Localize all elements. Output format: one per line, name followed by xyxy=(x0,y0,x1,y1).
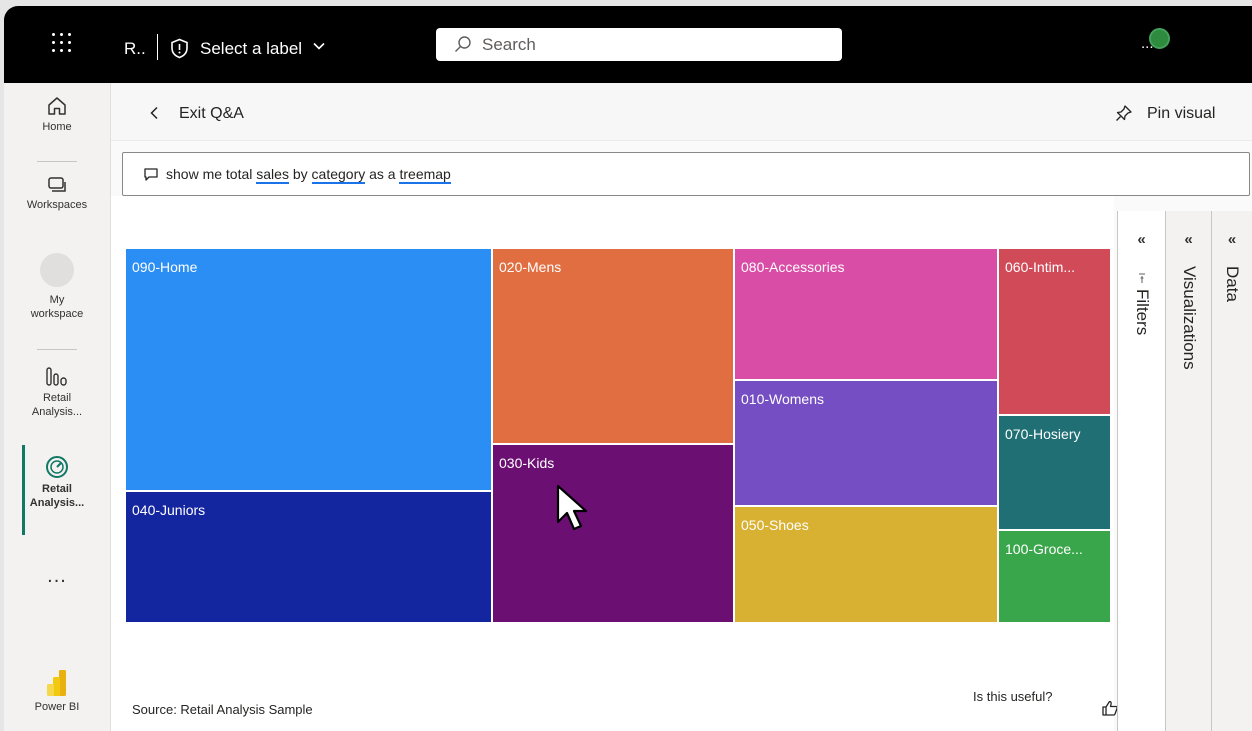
pin-visual-button[interactable]: Pin visual xyxy=(1147,105,1215,123)
filters-pane-title[interactable]: Filters xyxy=(1132,289,1152,335)
search-box[interactable]: Search xyxy=(436,28,842,61)
treemap-cell[interactable]: 060-Intim... xyxy=(998,248,1111,415)
search-input[interactable]: Search xyxy=(482,35,536,55)
treemap-cell-label: 030-Kids xyxy=(499,455,555,471)
nav-item-workspaces[interactable]: Workspaces xyxy=(4,175,110,212)
search-icon xyxy=(455,36,471,52)
treemap-cell[interactable]: 030-Kids xyxy=(492,444,734,623)
sensitivity-shield-icon[interactable] xyxy=(170,38,189,59)
left-nav: Home Workspaces My workspace Retail Anal… xyxy=(4,83,111,731)
treemap-cell[interactable]: 090-Home xyxy=(125,248,492,491)
treemap-cell[interactable]: 070-Hosiery xyxy=(998,415,1111,530)
report-canvas: 090-Home 040-Juniors 020-Mens 030-Kids 080-A… xyxy=(111,196,1188,731)
treemap-chart[interactable]: 090-Home 040-Juniors 020-Mens 030-Kids 080-A… xyxy=(125,248,1111,623)
qna-question-input[interactable]: show me total sales by category as a tre… xyxy=(122,152,1250,196)
power-bi-brand[interactable]: Power BI xyxy=(4,669,110,714)
home-icon xyxy=(48,97,66,115)
sensitivity-label-select[interactable]: Select a label xyxy=(200,39,302,59)
nav-item-label: Home xyxy=(42,121,72,133)
app-frame: R.. Select a label Search ... Home Works… xyxy=(0,0,1252,731)
pin-icon[interactable] xyxy=(1115,104,1133,122)
chat-bubble-icon xyxy=(144,168,158,181)
nav-item-retail-dashboard[interactable]: Retail Analysis... xyxy=(4,455,110,510)
my-workspace-icon xyxy=(40,253,74,287)
treemap-cell-label: 010-Womens xyxy=(741,391,825,407)
dashboard-icon xyxy=(46,456,68,478)
mouse-cursor-icon xyxy=(556,484,588,531)
nav-item-label: Retail Analysis... xyxy=(31,392,83,418)
qna-term-treemap[interactable]: treemap xyxy=(399,166,451,184)
nav-item-label: Workspaces xyxy=(26,199,88,211)
data-pane-title[interactable]: Data xyxy=(1222,266,1242,302)
treemap-cell[interactable]: 080-Accessories xyxy=(734,248,998,380)
qna-question-text[interactable]: show me total sales by category as a tre… xyxy=(166,166,451,184)
qna-segment: as a xyxy=(365,166,400,182)
treemap-cell-label: 090-Home xyxy=(132,259,198,275)
treemap-cell[interactable]: 100-Groce... xyxy=(998,530,1111,623)
visualizations-pane[interactable]: « Visualizations xyxy=(1165,211,1211,731)
report-name[interactable]: R.. xyxy=(124,39,146,59)
treemap-cell-label: 020-Mens xyxy=(499,259,562,275)
treemap-cell[interactable]: 010-Womens xyxy=(734,380,998,506)
brand-label: Power BI xyxy=(34,701,80,713)
treemap-cell-label: 060-Intim... xyxy=(1005,259,1076,275)
nav-item-home[interactable]: Home xyxy=(4,95,110,134)
visualizations-pane-title[interactable]: Visualizations xyxy=(1179,266,1199,370)
power-bi-window: R.. Select a label Search ... Home Works… xyxy=(4,6,1252,731)
treemap-cell-label: 100-Groce... xyxy=(1005,541,1083,557)
qna-segment: by xyxy=(288,166,312,182)
nav-item-my-workspace[interactable]: My workspace xyxy=(4,253,110,321)
qna-header: Exit Q&A Pin visual xyxy=(111,83,1252,141)
nav-item-label: Retail Analysis... xyxy=(29,483,85,509)
treemap-cell[interactable]: 040-Juniors xyxy=(125,491,492,623)
exit-qna-button[interactable]: Exit Q&A xyxy=(179,105,244,123)
data-collapse-icon[interactable]: « xyxy=(1212,231,1252,248)
nav-item-label: My workspace xyxy=(30,294,84,320)
source-caption: Source: Retail Analysis Sample xyxy=(132,702,313,717)
filters-collapse-icon[interactable]: « xyxy=(1118,231,1165,248)
power-bi-logo-icon xyxy=(47,670,66,696)
app-launcher-icon[interactable] xyxy=(52,33,72,53)
nav-item-retail-report[interactable]: Retail Analysis... xyxy=(4,366,110,419)
avatar[interactable] xyxy=(1149,28,1170,49)
qna-term-category[interactable]: category xyxy=(311,166,366,184)
treemap-cell-label: 050-Shoes xyxy=(741,517,809,533)
qna-term-sales[interactable]: sales xyxy=(256,166,289,184)
treemap-cell[interactable]: 050-Shoes xyxy=(734,506,998,623)
nav-more-icon[interactable]: ... xyxy=(4,565,110,588)
treemap-cell[interactable]: 020-Mens xyxy=(492,248,734,444)
report-icon xyxy=(46,367,67,386)
nav-divider xyxy=(37,161,77,162)
treemap-cell-label: 040-Juniors xyxy=(132,502,206,518)
nav-divider xyxy=(37,349,77,350)
filter-icon xyxy=(1139,273,1145,283)
workspaces-icon xyxy=(48,177,66,192)
back-chevron-icon[interactable] xyxy=(149,106,159,120)
qna-segment: show me total xyxy=(166,166,257,182)
top-bar: R.. Select a label Search ... xyxy=(4,6,1252,83)
filters-pane[interactable]: « Filters xyxy=(1117,211,1165,731)
treemap-cell-label: 080-Accessories xyxy=(741,259,845,275)
treemap-cell-label: 070-Hosiery xyxy=(1005,426,1081,442)
visualizations-collapse-icon[interactable]: « xyxy=(1166,231,1211,248)
chevron-down-icon[interactable] xyxy=(313,42,325,50)
topbar-divider xyxy=(157,34,158,60)
feedback-prompt: Is this useful? xyxy=(973,689,1053,704)
data-pane[interactable]: « Data xyxy=(1211,211,1252,731)
